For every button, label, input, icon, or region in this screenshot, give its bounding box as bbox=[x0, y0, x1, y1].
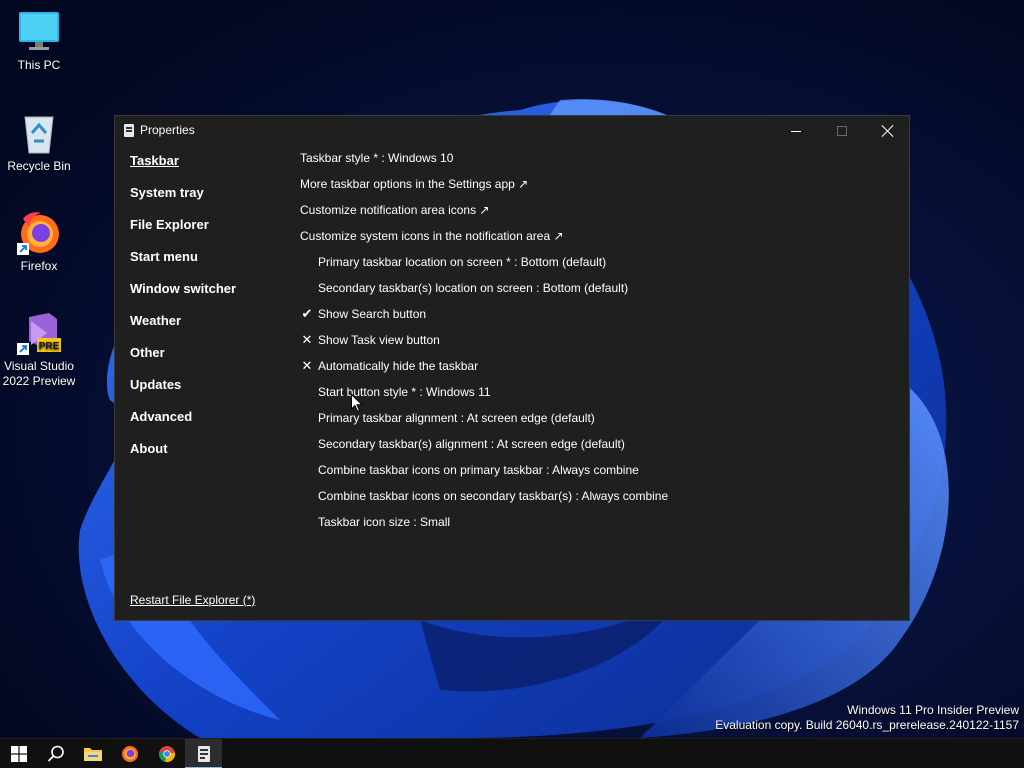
sidebar-item-start-menu[interactable]: Start menu bbox=[130, 249, 236, 281]
taskbar-chrome[interactable] bbox=[148, 739, 185, 768]
search-icon bbox=[47, 745, 64, 762]
desktop-icon-label: Firefox bbox=[20, 259, 58, 273]
properties-window: Properties Taskbar System tray File Expl… bbox=[114, 115, 910, 621]
setting-label: Secondary taskbar(s) alignment : At scre… bbox=[318, 437, 625, 451]
sidebar-nav: Taskbar System tray File Explorer Start … bbox=[130, 153, 236, 473]
setting-label: Show Search button bbox=[318, 307, 427, 321]
desktop-icon-firefox[interactable]: Firefox bbox=[1, 211, 77, 274]
desktop-icon-recycle-bin[interactable]: Recycle Bin bbox=[1, 111, 77, 174]
evaluation-watermark: Windows 11 Pro Insider Preview Evaluatio… bbox=[715, 703, 1019, 733]
sidebar-item-updates[interactable]: Updates bbox=[130, 377, 236, 409]
setting-label: Taskbar icon size : Small bbox=[318, 515, 451, 529]
properties-app-icon bbox=[124, 124, 134, 137]
taskbar-search-button[interactable] bbox=[37, 739, 74, 768]
minimize-icon bbox=[791, 130, 801, 132]
setting-label: Automatically hide the taskbar bbox=[318, 359, 479, 373]
setting-label: More taskbar options in the Settings app… bbox=[300, 177, 529, 191]
monitor-icon bbox=[17, 10, 61, 54]
setting-label: Taskbar style * : Windows 10 bbox=[300, 151, 454, 165]
checkmark-icon: ✔ bbox=[301, 306, 313, 321]
setting-label: Customize system icons in the notificati… bbox=[300, 229, 564, 243]
window-title: Properties bbox=[140, 123, 195, 137]
windows-start-icon bbox=[10, 746, 27, 762]
firefox-icon bbox=[17, 211, 61, 255]
cross-icon: ✕ bbox=[301, 332, 313, 347]
sidebar-item-advanced[interactable]: Advanced bbox=[130, 409, 236, 441]
recycle-bin-icon bbox=[17, 111, 61, 155]
setting-label: Combine taskbar icons on primary taskbar… bbox=[318, 463, 639, 477]
cross-icon: ✕ bbox=[301, 358, 313, 373]
close-button[interactable] bbox=[865, 116, 911, 146]
setting-label: Start button style * : Windows 11 bbox=[318, 385, 491, 399]
sidebar-item-other[interactable]: Other bbox=[130, 345, 236, 377]
watermark-line1: Windows 11 Pro Insider Preview bbox=[847, 703, 1019, 717]
sidebar-item-about[interactable]: About bbox=[130, 441, 236, 473]
sidebar-item-file-explorer[interactable]: File Explorer bbox=[130, 217, 236, 249]
setting-label: Show Task view button bbox=[318, 333, 440, 347]
desktop-icon-this-pc[interactable]: This PC bbox=[1, 10, 77, 73]
desktop-icon-visual-studio[interactable]: PRE Visual Studio 2022 Preview bbox=[1, 311, 77, 389]
sidebar-item-weather[interactable]: Weather bbox=[130, 313, 236, 345]
setting-label: Secondary taskbar(s) location on screen … bbox=[318, 281, 629, 295]
desktop-icon-label-line1: Visual Studio bbox=[4, 359, 74, 373]
desktop-icon-label: This PC bbox=[17, 58, 61, 72]
title-bar[interactable]: Properties bbox=[115, 116, 909, 146]
mouse-cursor-icon bbox=[351, 393, 364, 418]
taskbar-firefox[interactable] bbox=[111, 739, 148, 768]
setting-label: Customize notification area icons ↗ bbox=[300, 203, 490, 217]
sidebar-item-system-tray[interactable]: System tray bbox=[130, 185, 236, 217]
sidebar-item-window-switcher[interactable]: Window switcher bbox=[130, 281, 236, 313]
visual-studio-icon: PRE bbox=[17, 311, 61, 355]
maximize-icon bbox=[837, 126, 847, 136]
file-explorer-icon bbox=[83, 748, 102, 761]
setting-label: Primary taskbar location on screen * : B… bbox=[318, 255, 607, 269]
desktop-icon-label-line2: 2022 Preview bbox=[2, 374, 76, 388]
maximize-button[interactable] bbox=[819, 116, 865, 146]
minimize-button[interactable] bbox=[773, 116, 819, 146]
sidebar-item-taskbar[interactable]: Taskbar bbox=[130, 153, 236, 185]
taskbar-start-button[interactable] bbox=[0, 739, 37, 768]
watermark-line2: Evaluation copy. Build 26040.rs_prerelea… bbox=[715, 718, 1019, 732]
taskbar bbox=[0, 738, 1024, 768]
chrome-icon bbox=[158, 746, 175, 763]
pre-badge: PRE bbox=[39, 341, 60, 352]
firefox-icon bbox=[121, 746, 138, 762]
taskbar-file-explorer[interactable] bbox=[74, 739, 111, 768]
setting-label: Combine taskbar icons on secondary taskb… bbox=[318, 489, 669, 503]
close-icon bbox=[882, 125, 894, 137]
properties-app-icon bbox=[197, 746, 210, 762]
desktop-icon-label: Recycle Bin bbox=[7, 159, 71, 173]
taskbar-properties-app[interactable] bbox=[185, 739, 222, 768]
restart-file-explorer-link[interactable]: Restart File Explorer (*) bbox=[130, 593, 255, 607]
